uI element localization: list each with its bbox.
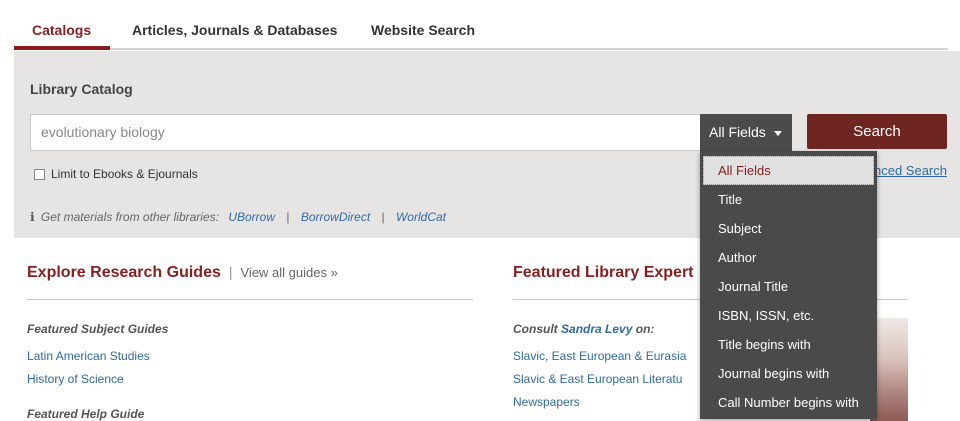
- field-option-journal-title[interactable]: Journal Title: [700, 272, 877, 301]
- field-dropdown-menu: All Fields Title Subject Author Journal …: [700, 151, 877, 419]
- active-tab-indicator: [14, 46, 110, 50]
- catalog-title: Library Catalog: [30, 81, 133, 97]
- advanced-search-link[interactable]: nced Search: [874, 163, 947, 178]
- featured-subject-guides-label: Featured Subject Guides: [27, 322, 169, 336]
- expert-topic-link[interactable]: Slavic, East European & Eurasia: [513, 349, 686, 363]
- view-all-guides-link[interactable]: View all guides »: [241, 265, 338, 280]
- other-libraries-prefix: Get materials from other libraries:: [40, 210, 219, 224]
- separator: |: [228, 264, 233, 280]
- research-guides-title[interactable]: Explore Research Guides: [27, 264, 221, 281]
- separator: |: [286, 210, 290, 224]
- limit-ebooks-checkbox[interactable]: [34, 169, 45, 180]
- limit-ebooks-row: Limit to Ebooks & Ejournals: [34, 167, 198, 181]
- field-option-author[interactable]: Author: [700, 243, 877, 272]
- tab-articles-journals-databases[interactable]: Articles, Journals & Databases: [132, 22, 337, 38]
- search-button[interactable]: Search: [807, 114, 947, 149]
- field-option-journal-begins-with[interactable]: Journal begins with: [700, 359, 877, 388]
- research-guides-heading: Explore Research Guides | View all guides …: [27, 264, 473, 282]
- tab-website-search[interactable]: Website Search: [371, 22, 475, 38]
- divider: [27, 299, 473, 300]
- other-libraries-row: ℹ Get materials from other libraries: UB…: [30, 210, 446, 224]
- research-guides-section: Explore Research Guides | View all guides …: [27, 264, 473, 421]
- search-input[interactable]: evolutionary biology: [30, 114, 702, 151]
- featured-help-guide-label: Featured Help Guide: [27, 407, 145, 421]
- expert-topic-link[interactable]: Newspapers: [513, 395, 580, 409]
- caret-down-icon: [773, 130, 782, 136]
- field-select[interactable]: All Fields: [700, 114, 792, 151]
- field-option-all-fields[interactable]: All Fields: [703, 156, 874, 185]
- tab-catalogs[interactable]: Catalogs: [32, 22, 91, 38]
- guide-link-history-of-science[interactable]: History of Science: [27, 372, 124, 386]
- limit-ebooks-label[interactable]: Limit to Ebooks & Ejournals: [51, 167, 198, 181]
- uborrow-link[interactable]: UBorrow: [228, 210, 275, 224]
- expert-name-link[interactable]: Sandra Levy: [561, 322, 632, 336]
- info-icon: ℹ: [30, 210, 35, 224]
- consult-line: Consult Sandra Levy on:: [513, 322, 654, 336]
- expert-topic-link[interactable]: Slavic & East European Literatu: [513, 372, 682, 386]
- consult-suffix: on:: [635, 322, 655, 336]
- worldcat-link[interactable]: WorldCat: [396, 210, 446, 224]
- field-option-isbn-issn[interactable]: ISBN, ISSN, etc.: [700, 301, 877, 330]
- field-select-value: All Fields: [709, 124, 766, 140]
- borrowdirect-link[interactable]: BorrowDirect: [301, 210, 370, 224]
- separator: |: [381, 210, 385, 224]
- field-option-subject[interactable]: Subject: [700, 214, 877, 243]
- search-tabs: Catalogs Articles, Journals & Databases …: [14, 12, 948, 50]
- field-option-title-begins-with[interactable]: Title begins with: [700, 330, 877, 359]
- field-option-title[interactable]: Title: [700, 185, 877, 214]
- consult-prefix: Consult: [513, 322, 558, 336]
- field-option-call-number-begins-with[interactable]: Call Number begins with: [700, 388, 877, 417]
- guide-link-latin-american-studies[interactable]: Latin American Studies: [27, 349, 150, 363]
